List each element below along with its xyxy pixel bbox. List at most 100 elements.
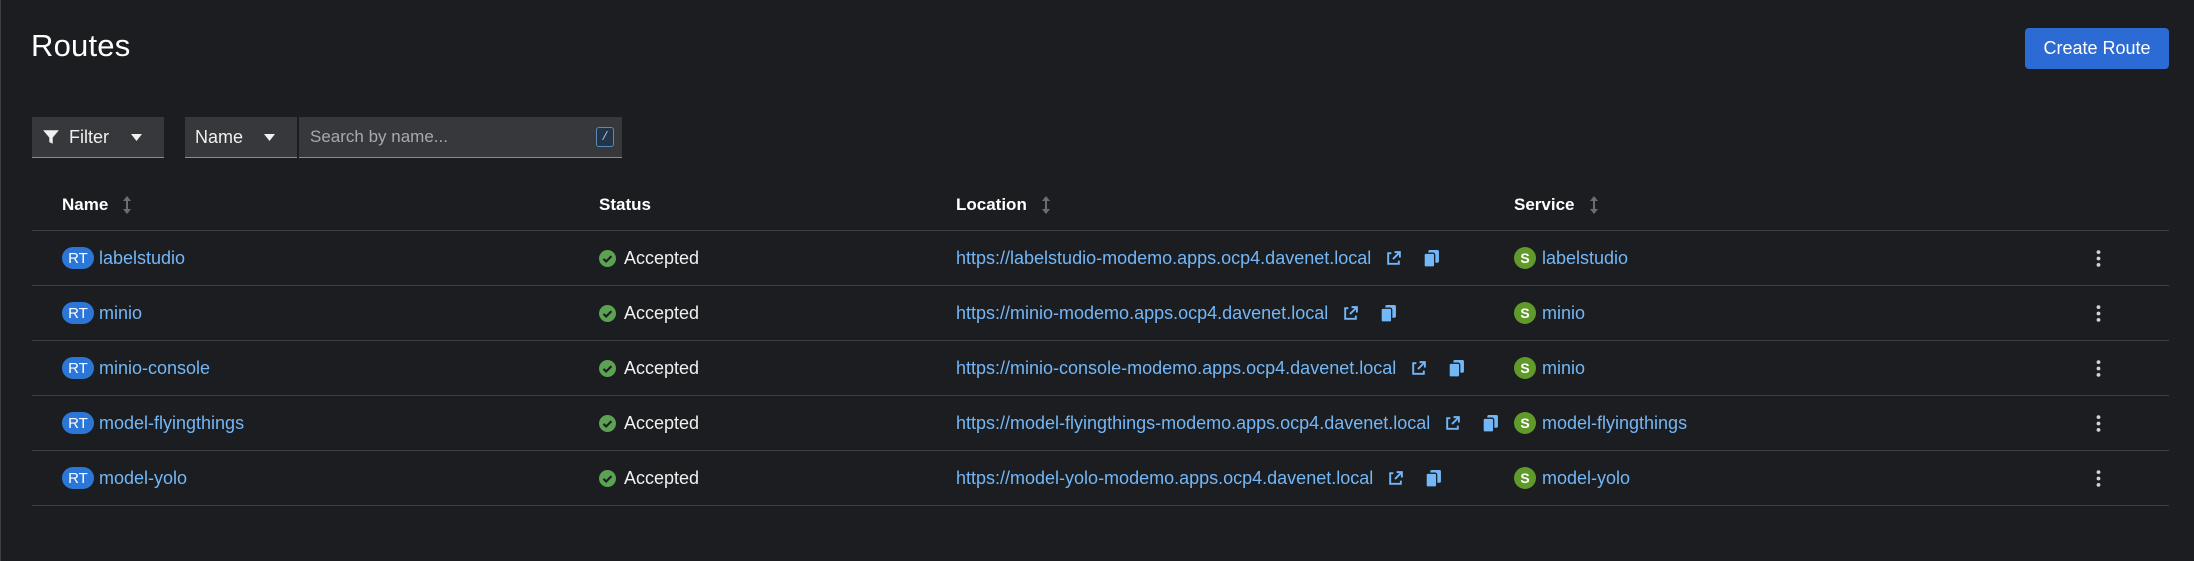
check-circle-icon [599, 249, 616, 267]
service-badge: S [1514, 247, 1536, 269]
route-badge: RT [62, 302, 94, 324]
service-cell: S model-yolo [1514, 451, 1630, 505]
copy-icon[interactable] [1381, 304, 1397, 322]
route-name-cell: RT model-yolo [62, 451, 187, 505]
route-name-link[interactable]: labelstudio [99, 248, 185, 269]
service-badge: S [1514, 412, 1536, 434]
caret-down-icon [131, 134, 142, 141]
search-input[interactable] [299, 117, 579, 157]
external-link-icon[interactable] [1410, 360, 1427, 377]
route-name-link[interactable]: minio-console [99, 358, 210, 379]
route-badge: RT [62, 412, 94, 434]
status-cell: Accepted [599, 396, 699, 450]
external-link-icon[interactable] [1342, 305, 1359, 322]
column-header-service[interactable]: Service [1514, 195, 1599, 215]
page-title: Routes [31, 28, 131, 63]
check-circle-icon [599, 469, 616, 487]
status-cell: Accepted [599, 231, 699, 285]
service-badge: S [1514, 357, 1536, 379]
location-link[interactable]: https://model-flyingthings-modemo.apps.o… [956, 413, 1430, 434]
status-text: Accepted [624, 467, 700, 488]
location-cell: https://model-yolo-modemo.apps.ocp4.dave… [956, 451, 1442, 505]
table-row: RT minio Accepted https://minio-modemo.a… [32, 286, 2169, 341]
kebab-menu-icon [2096, 249, 2100, 267]
table-row: RT model-yolo Accepted https://model-yol… [32, 451, 2169, 506]
row-actions-kebab[interactable] [2086, 286, 2110, 340]
filter-dropdown[interactable]: Filter [32, 117, 164, 158]
column-header-name[interactable]: Name [62, 195, 132, 215]
status-cell: Accepted [599, 286, 699, 340]
row-actions-kebab[interactable] [2086, 231, 2110, 285]
location-cell: https://model-flyingthings-modemo.apps.o… [956, 396, 1499, 450]
service-link[interactable]: model-yolo [1542, 468, 1630, 489]
external-link-icon[interactable] [1444, 415, 1461, 432]
service-link[interactable]: minio [1542, 303, 1585, 324]
location-cell: https://minio-modemo.apps.ocp4.davenet.l… [956, 286, 1397, 340]
table-body: RT labelstudio Accepted https://labelstu… [32, 231, 2169, 506]
location-link[interactable]: https://labelstudio-modemo.apps.ocp4.dav… [956, 248, 1371, 269]
row-actions-kebab[interactable] [2086, 451, 2110, 505]
route-name-link[interactable]: model-flyingthings [99, 413, 244, 434]
status-text: Accepted [624, 302, 700, 323]
sort-icon [1589, 196, 1598, 214]
row-actions-kebab[interactable] [2086, 341, 2110, 395]
copy-icon[interactable] [1426, 469, 1442, 487]
service-badge: S [1514, 302, 1536, 324]
row-actions-kebab[interactable] [2086, 396, 2110, 450]
filter-icon [43, 130, 59, 144]
location-link[interactable]: https://model-yolo-modemo.apps.ocp4.dave… [956, 468, 1373, 489]
column-header-location[interactable]: Location [956, 195, 1051, 215]
kebab-menu-icon [2096, 469, 2100, 487]
column-label: Status [599, 195, 651, 214]
location-link[interactable]: https://minio-console-modemo.apps.ocp4.d… [956, 358, 1396, 379]
column-label: Service [1514, 195, 1575, 214]
check-circle-icon [599, 359, 616, 377]
status-text: Accepted [624, 412, 700, 433]
table-header: Name Status Location Service [32, 178, 2169, 231]
route-name-link[interactable]: model-yolo [99, 468, 187, 489]
kebab-menu-icon [2096, 304, 2100, 322]
check-circle-icon [599, 304, 616, 322]
status-text: Accepted [624, 247, 700, 268]
route-name-link[interactable]: minio [99, 303, 142, 324]
create-route-button[interactable]: Create Route [2025, 28, 2169, 69]
route-name-cell: RT model-flyingthings [62, 396, 244, 450]
route-name-cell: RT minio-console [62, 341, 210, 395]
table-row: RT labelstudio Accepted https://labelstu… [32, 231, 2169, 286]
column-label: Location [956, 195, 1027, 214]
status-cell: Accepted [599, 341, 699, 395]
kebab-menu-icon [2096, 359, 2100, 377]
keyboard-shortcut-hint: / [596, 127, 614, 147]
service-link[interactable]: model-flyingthings [1542, 413, 1687, 434]
route-badge: RT [62, 357, 94, 379]
kebab-menu-icon [2096, 414, 2100, 432]
service-cell: S minio [1514, 341, 1585, 395]
route-badge: RT [62, 467, 94, 489]
route-name-cell: RT labelstudio [62, 231, 185, 285]
route-badge: RT [62, 247, 94, 269]
routes-page: Routes Create Route Filter Name / Name S… [0, 0, 2194, 561]
table-row: RT model-flyingthings Accepted https://m… [32, 396, 2169, 451]
status-cell: Accepted [599, 451, 699, 505]
service-cell: S labelstudio [1514, 231, 1628, 285]
location-link[interactable]: https://minio-modemo.apps.ocp4.davenet.l… [956, 303, 1328, 324]
service-link[interactable]: labelstudio [1542, 248, 1628, 269]
table-row: RT minio-console Accepted https://minio-… [32, 341, 2169, 396]
route-name-cell: RT minio [62, 286, 142, 340]
copy-icon[interactable] [1483, 414, 1499, 432]
copy-icon[interactable] [1449, 359, 1465, 377]
filter-label: Filter [69, 126, 109, 147]
external-link-icon[interactable] [1387, 470, 1404, 487]
service-badge: S [1514, 467, 1536, 489]
column-label: Name [62, 195, 109, 214]
external-link-icon[interactable] [1385, 250, 1402, 267]
status-text: Accepted [624, 357, 700, 378]
filter-attribute-label: Name [195, 126, 244, 147]
service-cell: S minio [1514, 286, 1585, 340]
filter-attribute-select[interactable]: Name [185, 117, 297, 158]
caret-down-icon [264, 134, 275, 141]
check-circle-icon [599, 414, 616, 432]
copy-icon[interactable] [1424, 249, 1440, 267]
routes-table: Name Status Location Service RT labelstu… [32, 178, 2169, 506]
service-link[interactable]: minio [1542, 358, 1585, 379]
